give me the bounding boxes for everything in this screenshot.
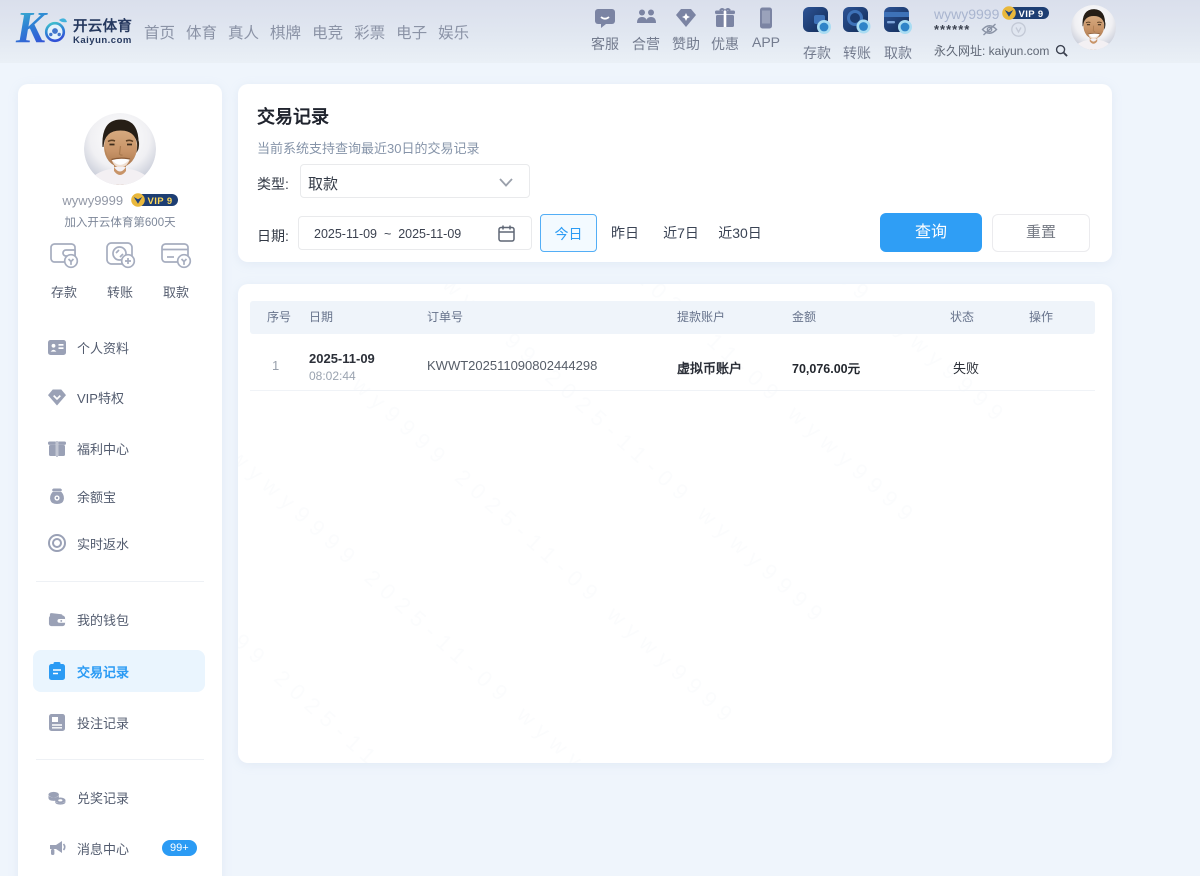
svg-text:Kaiyun.com: Kaiyun.com — [73, 35, 132, 46]
svg-text:VIP 9: VIP 9 — [147, 196, 172, 207]
svg-text:K: K — [15, 3, 48, 52]
svg-text:VIP 9: VIP 9 — [1019, 9, 1044, 20]
svg-text:开云体育: 开云体育 — [73, 17, 132, 35]
